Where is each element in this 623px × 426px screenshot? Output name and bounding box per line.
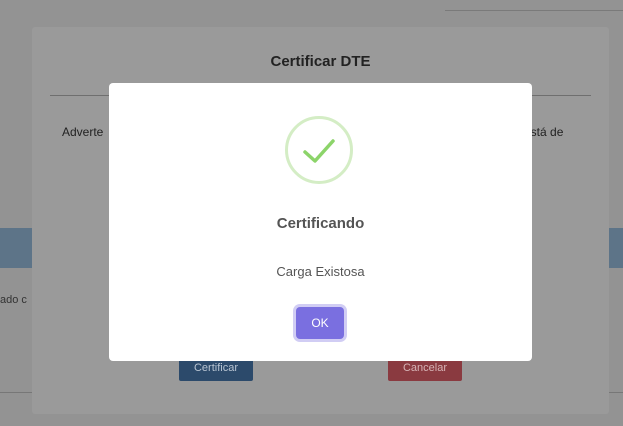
background-table-header-right — [609, 228, 623, 268]
checkmark-icon — [285, 116, 353, 184]
modal-title: Certificar DTE — [270, 53, 371, 70]
background-divider — [445, 10, 623, 11]
ok-button[interactable]: OK — [296, 307, 344, 339]
alert-message: Carga Existosa — [276, 264, 365, 279]
background-row-text: ado c — [0, 294, 27, 306]
background-divider-bottom — [0, 392, 32, 393]
warning-text-left: Adverte — [62, 125, 104, 139]
background-table-header — [0, 228, 32, 268]
success-alert-dialog: Certificando Carga Existosa OK — [109, 83, 532, 361]
background-divider-bottom-right — [609, 392, 623, 393]
alert-title: Certificando — [276, 215, 365, 232]
